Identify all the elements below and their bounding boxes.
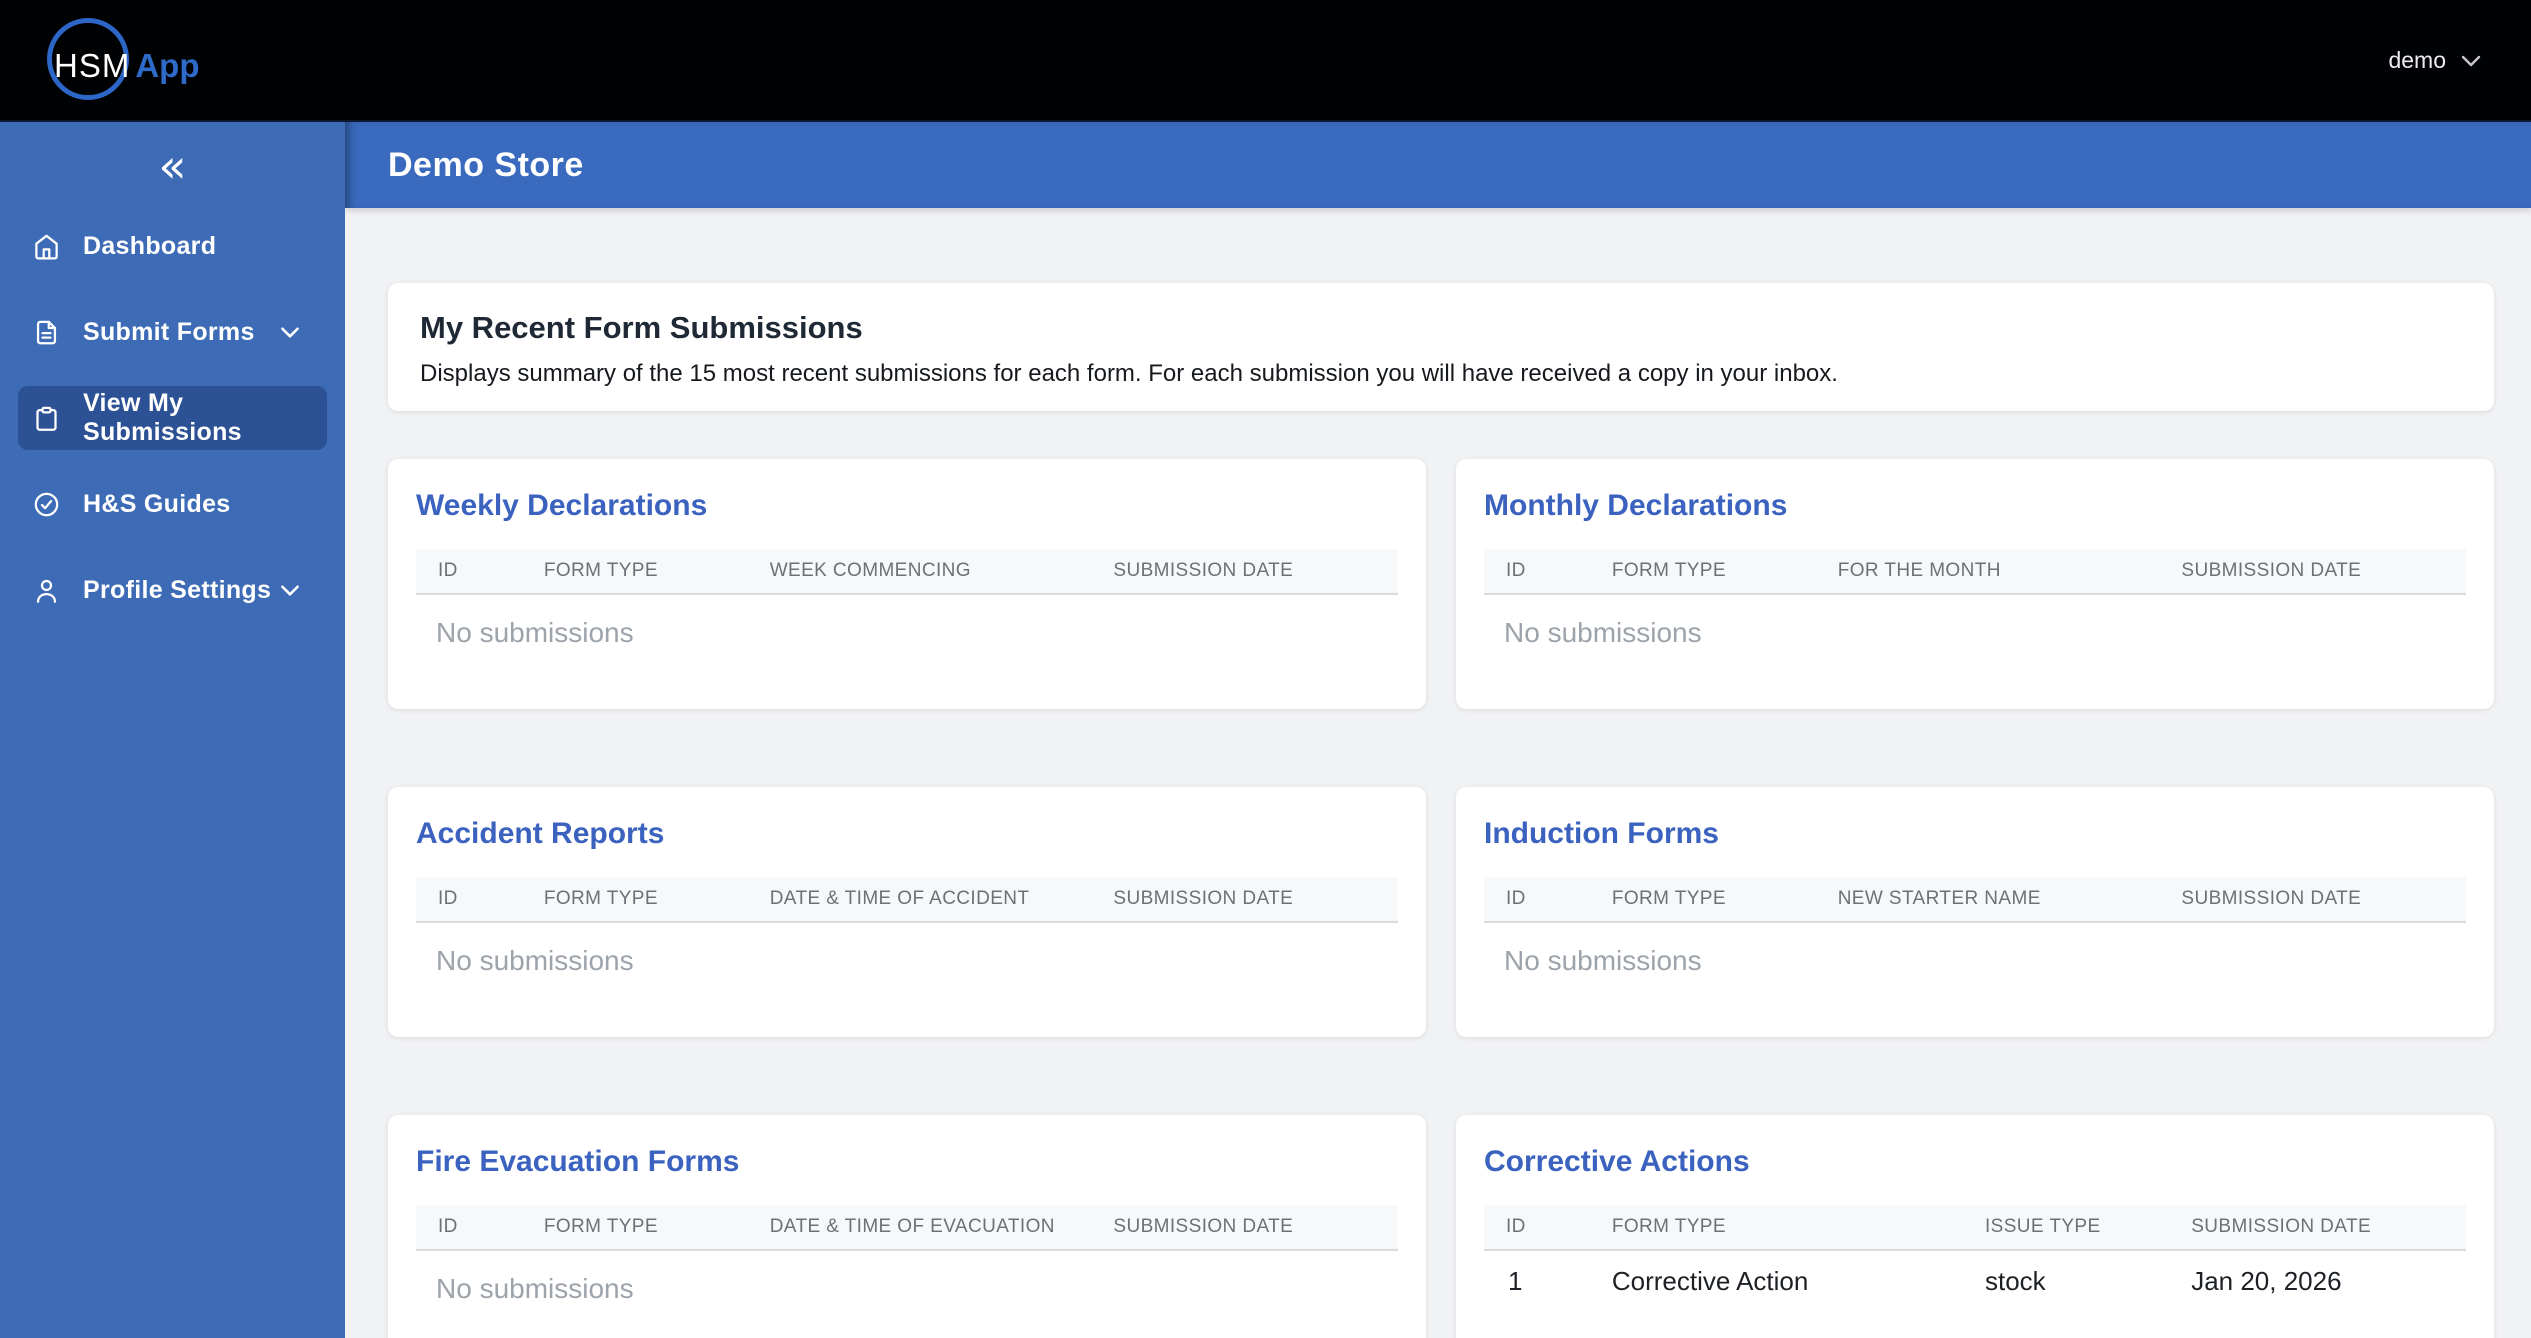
column-header: FORM TYPE xyxy=(1611,560,1726,581)
document-icon xyxy=(33,319,60,346)
sidebar-item-label: Dashboard xyxy=(83,231,217,260)
sidebar-item-label: Submit Forms xyxy=(83,317,255,346)
table-header-row: ID FORM TYPE WEEK COMMENCING SUBMISSION … xyxy=(416,549,1398,595)
sidebar-nav: Dashboard Submit Forms View My Submissio… xyxy=(0,214,345,622)
column-header: WEEK COMMENCING xyxy=(769,560,971,581)
submissions-table: ID FORM TYPE ISSUE TYPE SUBMISSION DATE … xyxy=(1484,1205,2466,1312)
card-title-link[interactable]: Monthly Declarations xyxy=(1484,489,1787,523)
table-header-row: ID FORM TYPE ISSUE TYPE SUBMISSION DATE xyxy=(1484,1205,2466,1251)
submissions-table: ID FORM TYPE FOR THE MONTH SUBMISSION DA… xyxy=(1484,549,2466,649)
column-header: DATE & TIME OF EVACUATION xyxy=(769,1216,1055,1237)
column-header: SUBMISSION DATE xyxy=(2181,560,2362,581)
empty-state-text: No submissions xyxy=(436,1273,634,1304)
intro-subtitle: Displays summary of the 15 most recent s… xyxy=(420,360,1838,387)
sidebar-collapse-button[interactable]: « xyxy=(137,143,209,189)
column-header: ID xyxy=(438,888,458,909)
table-header-row: ID FORM TYPE DATE & TIME OF EVACUATION S… xyxy=(416,1205,1398,1251)
column-header: FOR THE MONTH xyxy=(1837,560,2001,581)
page-title: Demo Store xyxy=(388,145,584,184)
card-fire-evacuation-forms: Fire Evacuation Forms ID FORM TYPE DATE … xyxy=(388,1115,1426,1338)
card-induction-forms: Induction Forms ID FORM TYPE NEW STARTER… xyxy=(1456,787,2494,1037)
card-monthly-declarations: Monthly Declarations ID FORM TYPE FOR TH… xyxy=(1456,459,2494,709)
logo-text: HSM App xyxy=(54,41,206,91)
chevron-down-icon[interactable] xyxy=(277,577,303,603)
chevron-down-icon[interactable] xyxy=(277,319,303,345)
sidebar-item-profile-settings[interactable]: Profile Settings xyxy=(18,558,327,622)
sidebar-item-submit-forms[interactable]: Submit Forms xyxy=(18,300,327,364)
column-header: SUBMISSION DATE xyxy=(2191,1216,2372,1237)
card-corrective-actions: Corrective Actions ID FORM TYPE ISSUE TY… xyxy=(1456,1115,2494,1338)
sidebar: « Dashboard Submit Forms View My Submiss… xyxy=(0,122,345,1338)
table-header-row: ID FORM TYPE FOR THE MONTH SUBMISSION DA… xyxy=(1484,549,2466,595)
cell-submission-date: Jan 20, 2026 xyxy=(2191,1266,2342,1296)
user-icon xyxy=(33,577,60,604)
empty-state-text: No submissions xyxy=(1504,617,1702,648)
column-header: ID xyxy=(438,560,458,581)
sidebar-item-hs-guides[interactable]: H&S Guides xyxy=(18,472,327,536)
page-header: Demo Store xyxy=(345,122,2531,208)
column-header: FORM TYPE xyxy=(543,1216,658,1237)
empty-state-text: No submissions xyxy=(1504,945,1702,976)
column-header: DATE & TIME OF ACCIDENT xyxy=(769,888,1030,909)
column-header: FORM TYPE xyxy=(543,888,658,909)
column-header: NEW STARTER NAME xyxy=(1837,888,2041,909)
submissions-table: ID FORM TYPE WEEK COMMENCING SUBMISSION … xyxy=(416,549,1398,649)
submissions-table: ID FORM TYPE DATE & TIME OF EVACUATION S… xyxy=(416,1205,1398,1305)
chevron-down-icon xyxy=(2461,54,2481,67)
table-header-row: ID FORM TYPE NEW STARTER NAME SUBMISSION… xyxy=(1484,877,2466,923)
sidebar-item-dashboard[interactable]: Dashboard xyxy=(18,214,327,278)
cell-form-type: Corrective Action xyxy=(1611,1266,1809,1296)
card-title-link[interactable]: Corrective Actions xyxy=(1484,1145,1750,1179)
intro-card: My Recent Form Submissions Displays summ… xyxy=(388,283,2494,411)
column-header: FORM TYPE xyxy=(543,560,658,581)
topbar: HSM App demo xyxy=(0,0,2531,122)
submissions-table: ID FORM TYPE NEW STARTER NAME SUBMISSION… xyxy=(1484,877,2466,977)
logo-app-label: App xyxy=(131,41,206,91)
column-header: SUBMISSION DATE xyxy=(1113,1216,1294,1237)
column-header: ID xyxy=(1506,1216,1526,1237)
card-weekly-declarations: Weekly Declarations ID FORM TYPE WEEK CO… xyxy=(388,459,1426,709)
sidebar-item-label: View My Submissions xyxy=(83,389,242,446)
column-header: SUBMISSION DATE xyxy=(2181,888,2362,909)
check-circle-icon xyxy=(33,491,60,518)
column-header: FORM TYPE xyxy=(1611,1216,1726,1237)
column-header: SUBMISSION DATE xyxy=(1113,888,1294,909)
column-header: ID xyxy=(1506,560,1526,581)
column-header: ID xyxy=(1506,888,1526,909)
sidebar-item-label: H&S Guides xyxy=(83,489,231,518)
cell-issue-type: stock xyxy=(1984,1266,2046,1296)
card-accident-reports: Accident Reports ID FORM TYPE DATE & TIM… xyxy=(388,787,1426,1037)
cell-id: 1 xyxy=(1508,1266,1523,1296)
column-header: SUBMISSION DATE xyxy=(1113,560,1294,581)
submissions-table: ID FORM TYPE DATE & TIME OF ACCIDENT SUB… xyxy=(416,877,1398,977)
empty-state-text: No submissions xyxy=(436,945,634,976)
cards-grid: Weekly Declarations ID FORM TYPE WEEK CO… xyxy=(388,459,2494,1338)
column-header: FORM TYPE xyxy=(1611,888,1726,909)
column-header: ISSUE TYPE xyxy=(1984,1216,2101,1237)
card-title-link[interactable]: Induction Forms xyxy=(1484,817,1719,851)
card-title-link[interactable]: Weekly Declarations xyxy=(416,489,707,523)
table-header-row: ID FORM TYPE DATE & TIME OF ACCIDENT SUB… xyxy=(416,877,1398,923)
column-header: ID xyxy=(438,1216,458,1237)
home-icon xyxy=(33,233,60,260)
intro-title: My Recent Form Submissions xyxy=(420,310,863,345)
sidebar-item-view-my-submissions[interactable]: View My Submissions xyxy=(18,386,327,450)
logo-hsm-label: HSM xyxy=(54,47,131,84)
user-menu[interactable]: demo xyxy=(2388,0,2481,120)
clipboard-icon xyxy=(33,405,60,432)
sidebar-item-label: Profile Settings xyxy=(83,575,272,604)
card-title-link[interactable]: Accident Reports xyxy=(416,817,664,851)
app-logo: HSM App xyxy=(47,18,217,104)
card-title-link[interactable]: Fire Evacuation Forms xyxy=(416,1145,739,1179)
table-row[interactable]: 1 Corrective Action stock Jan 20, 2026 xyxy=(1484,1251,2466,1312)
main-content: My Recent Form Submissions Displays summ… xyxy=(345,208,2531,1338)
user-menu-label: demo xyxy=(2388,46,2446,73)
empty-state-text: No submissions xyxy=(436,617,634,648)
